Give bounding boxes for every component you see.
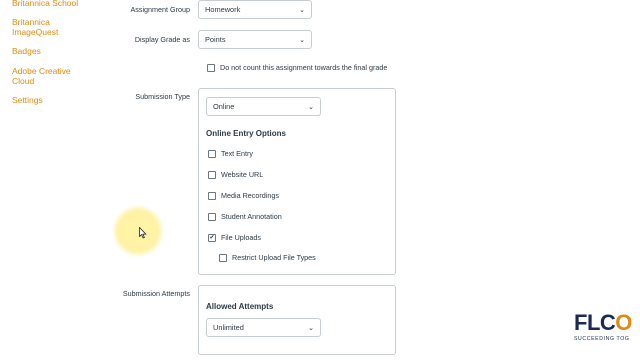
restrict-file-types-label: Restrict Upload File Types <box>232 253 316 262</box>
allowed-attempts-value: Unlimited <box>213 323 244 332</box>
assignment-group-label: Assignment Group <box>130 5 190 14</box>
submission-type-label: Submission Type <box>135 92 190 101</box>
restrict-file-types-checkbox[interactable]: Restrict Upload File Types <box>219 253 316 262</box>
nav-settings[interactable]: Settings <box>12 95 43 105</box>
submission-attempts-label: Submission Attempts <box>122 289 190 298</box>
checkbox-icon <box>208 149 216 158</box>
file-uploads-checkbox[interactable]: ✔ File Uploads <box>208 233 261 242</box>
nav-adobe-creative-cloud[interactable]: Adobe Creative Cloud <box>12 66 82 86</box>
checkbox-icon <box>219 253 227 262</box>
logo-watermark: FLCO SUCCEEDING TOG <box>574 312 640 360</box>
display-grade-label: Display Grade as <box>134 35 190 44</box>
assignment-group-value: Homework <box>205 5 241 14</box>
do-not-count-checkbox[interactable]: Do not count this assignment towards the… <box>207 63 387 72</box>
display-grade-select[interactable]: Points ⌄ <box>198 30 312 49</box>
checkbox-icon <box>208 170 216 179</box>
nav-britannica-school[interactable]: Britannica School <box>12 0 78 8</box>
assignment-group-select[interactable]: Homework ⌄ <box>198 0 312 19</box>
chevron-down-icon: ⌄ <box>299 6 305 14</box>
student-annotation-checkbox[interactable]: Student Annotation <box>208 212 282 221</box>
chevron-down-icon: ⌄ <box>299 36 305 44</box>
text-entry-checkbox[interactable]: Text Entry <box>208 149 253 158</box>
website-url-checkbox[interactable]: Website URL <box>208 170 263 179</box>
chevron-down-icon: ⌄ <box>308 103 314 111</box>
do-not-count-label: Do not count this assignment towards the… <box>220 63 388 72</box>
student-annotation-label: Student Annotation <box>221 212 282 221</box>
logo-tagline: SUCCEEDING TOG <box>574 336 630 342</box>
checkbox-icon <box>208 191 216 200</box>
submission-attempts-panel: Allowed Attempts Unlimited ⌄ <box>198 285 396 355</box>
checkmark-icon: ✔ <box>208 233 216 242</box>
cursor-highlight <box>112 205 164 257</box>
allowed-attempts-heading: Allowed Attempts <box>206 302 274 311</box>
submission-type-panel: Online ⌄ Online Entry Options Text Entry… <box>198 88 396 275</box>
submission-type-value: Online <box>213 102 235 111</box>
text-entry-label: Text Entry <box>221 149 253 158</box>
online-entry-options-heading: Online Entry Options <box>206 129 287 138</box>
chevron-down-icon: ⌄ <box>308 324 314 332</box>
allowed-attempts-select[interactable]: Unlimited ⌄ <box>206 318 321 337</box>
website-url-label: Website URL <box>221 170 264 179</box>
nav-badges[interactable]: Badges <box>12 46 41 56</box>
file-uploads-label: File Uploads <box>221 233 261 242</box>
checkbox-icon <box>208 212 216 221</box>
checkbox-icon <box>207 63 215 72</box>
mouse-pointer-icon <box>139 227 147 239</box>
media-recordings-checkbox[interactable]: Media Recordings <box>208 191 279 200</box>
nav-britannica-imagequest[interactable]: Britannica ImageQuest <box>12 17 82 37</box>
logo-mark: FLCO <box>574 310 632 335</box>
submission-type-select[interactable]: Online ⌄ <box>206 97 321 116</box>
display-grade-value: Points <box>205 35 226 44</box>
media-recordings-label: Media Recordings <box>221 191 279 200</box>
